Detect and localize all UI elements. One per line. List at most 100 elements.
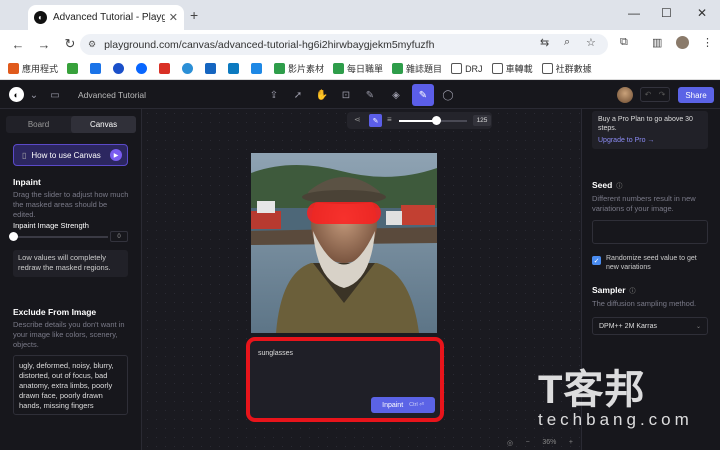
bookmark-star-icon[interactable]: ☆ [586, 36, 596, 49]
brush-size-value[interactable]: 125 [473, 115, 491, 126]
inpaint-prompt-popup: sunglasses Inpaint Ctrl ⏎ [246, 337, 444, 422]
extensions-icon[interactable]: ⧉ [620, 36, 628, 49]
seed-input[interactable] [592, 220, 708, 244]
prompt-input[interactable]: sunglasses [258, 350, 293, 357]
inpaint-heading: Inpaint [13, 177, 41, 187]
bookmark-drj[interactable]: DRJ [451, 63, 483, 74]
brush-icon[interactable]: ✎ [369, 114, 382, 127]
edit-frame-icon[interactable]: ⊡ [338, 87, 354, 103]
bookmark-item[interactable] [205, 63, 219, 74]
folder-icon [451, 63, 463, 74]
bookmark-item[interactable] [136, 63, 150, 74]
canvas-area[interactable]: ⋖ ✎ ≡ 125 sunglasses Inpaint Ctrl ⏎ ◎ − … [143, 109, 580, 450]
strength-value[interactable]: 0 [110, 231, 128, 242]
screen: ◐ Advanced Tutorial - Playgrou ✕ + — ☐ ✕… [0, 0, 720, 450]
sampler-heading: Sampler ⓘ [592, 285, 636, 295]
browser-tab[interactable]: ◐ Advanced Tutorial - Playgrou ✕ [28, 5, 184, 30]
strength-label: Inpaint Image Strength [13, 221, 89, 230]
bookmark-social[interactable]: 社群數據 [541, 62, 592, 75]
zoom-out-icon[interactable]: − [526, 439, 530, 446]
close-window-button[interactable]: ✕ [697, 6, 707, 20]
bookmark-daily[interactable]: 每日職單 [333, 62, 383, 75]
reload-icon[interactable]: ↻ [60, 36, 80, 52]
inpaint-button[interactable]: Inpaint Ctrl ⏎ [371, 397, 435, 413]
apps-grid-icon [8, 63, 19, 74]
inpaint-brush-icon[interactable]: ✎ [412, 84, 434, 106]
randomize-label: Randomize seed value to get new variatio… [606, 255, 697, 271]
sampler-select[interactable]: DPM++ 2M Karras ⌄ [592, 317, 708, 335]
chevron-down-icon[interactable]: ⌄ [26, 87, 42, 103]
bookmark-item[interactable] [251, 63, 265, 74]
site-icon [182, 63, 194, 74]
seed-description: Different numbers result in new variatio… [592, 194, 696, 213]
zoom-icon[interactable]: ⌕ [564, 36, 570, 49]
bookmark-magazine[interactable]: 雜誌題目 [392, 62, 442, 75]
canvas-image[interactable] [251, 153, 437, 333]
translate-icon[interactable]: ⇆ [540, 36, 549, 49]
info-icon[interactable]: ⓘ [616, 184, 622, 190]
minimize-button[interactable]: — [628, 6, 640, 20]
menu-icon[interactable]: ⋮ [702, 36, 713, 49]
upgrade-link[interactable]: Upgrade to Pro → [598, 136, 702, 145]
forward-icon[interactable]: → [34, 37, 54, 52]
bookmark-label: 車轉載 [505, 64, 533, 74]
draw-pencil-icon[interactable]: ✎ [362, 87, 378, 103]
profile-avatar[interactable] [676, 36, 689, 49]
bookmark-item[interactable] [113, 63, 127, 74]
seed-label: Seed [592, 180, 613, 190]
strength-slider-handle[interactable] [9, 232, 18, 241]
fill-bucket-icon[interactable]: ◈ [388, 87, 404, 103]
tab-board[interactable]: Board [6, 116, 71, 133]
hand-icon[interactable]: ✋ [314, 87, 330, 103]
how-to-use-button[interactable]: ▯ How to use Canvas ▶ [13, 144, 128, 166]
seed-heading: Seed ⓘ [592, 180, 622, 190]
app-toolbar: ◐ ⌄ ▭ Advanced Tutorial ⇪ ➚ ✋ ⊡ ✎ ◈ ✎ ◯ … [0, 81, 720, 109]
avatar[interactable] [617, 87, 633, 103]
bookmark-item[interactable] [228, 63, 242, 74]
upload-icon[interactable]: ⇪ [266, 87, 282, 103]
exclude-heading: Exclude From Image [13, 307, 97, 317]
brush-size-handle[interactable] [432, 116, 441, 125]
url-field[interactable]: ⚙ playground.com/canvas/advanced-tutoria… [80, 34, 608, 55]
sidebar-toggle-icon[interactable]: ▭ [47, 87, 63, 103]
bookmark-item[interactable] [67, 63, 81, 74]
tab-title: Advanced Tutorial - Playgrou [53, 12, 165, 23]
bookmark-label: 每日職單 [347, 64, 384, 74]
bookmark-apps[interactable]: 應用程式 [8, 62, 58, 75]
redo-icon[interactable]: ↷ [659, 90, 666, 99]
undo-icon[interactable]: ↶ [645, 90, 652, 99]
share-icon[interactable]: ⋖ [354, 115, 361, 124]
share-button[interactable]: Share [678, 87, 714, 103]
new-tab-button[interactable]: + [190, 7, 198, 23]
bookmark-video[interactable]: 影片素材 [274, 62, 324, 75]
bookmark-item[interactable] [182, 63, 196, 74]
sheets-icon [392, 63, 404, 74]
info-icon[interactable]: ⓘ [630, 289, 636, 295]
bookmark-repost[interactable]: 車轉載 [491, 62, 533, 75]
sidepanel-icon[interactable]: ▥ [652, 36, 662, 49]
maximize-button[interactable]: ☐ [661, 6, 672, 20]
site-icon [90, 63, 102, 74]
strength-slider-track[interactable] [13, 236, 108, 238]
sheets-icon [333, 63, 345, 74]
address-bar-row: ← → ↻ ⚙ playground.com/canvas/advanced-t… [0, 30, 720, 58]
project-title: Advanced Tutorial [78, 90, 147, 100]
select-pointer-icon[interactable]: ➚ [290, 87, 306, 103]
playground-logo-icon[interactable]: ◐ [9, 87, 24, 102]
randomize-checkbox[interactable]: ✓ [592, 256, 601, 265]
fit-screen-icon[interactable]: ◎ [507, 439, 513, 447]
tab-canvas[interactable]: Canvas [71, 116, 136, 133]
negative-prompt-textarea[interactable]: ugly, deformed, noisy, blurry, distorted… [13, 355, 128, 415]
bookmarks-bar: 應用程式 影片素材 每日職單 雜誌題目 DRJ 車轉載 社群數據 [0, 58, 720, 80]
back-icon[interactable]: ← [8, 37, 28, 52]
bookmark-item[interactable] [90, 63, 104, 74]
sampler-label: Sampler [592, 285, 626, 295]
site-settings-icon[interactable]: ⚙ [88, 39, 96, 50]
comment-icon[interactable]: ◯ [440, 87, 456, 103]
site-icon [228, 63, 240, 74]
tab-close-icon[interactable]: ✕ [169, 11, 178, 24]
exclude-description: Describe details you don't want in your … [13, 320, 125, 349]
bookmark-label: DRJ [465, 63, 483, 74]
bookmark-item[interactable] [159, 63, 173, 74]
site-icon [251, 63, 263, 74]
